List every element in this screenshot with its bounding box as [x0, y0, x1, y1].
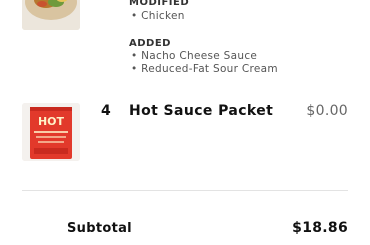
modification-chicken: • Chicken [131, 10, 185, 22]
subtotal-value: $18.86 [292, 220, 348, 236]
hot-sauce-packet-image: HOT [22, 103, 80, 161]
subtotal-label: Subtotal [67, 221, 132, 236]
divider [22, 190, 348, 191]
burrito-image [22, 0, 80, 30]
modified-heading: MODIFIED [129, 0, 190, 8]
addon-sour-cream: • Reduced-Fat Sour Cream [131, 63, 278, 75]
item-price: $0.00 [306, 103, 348, 119]
item-quantity: 4 [101, 103, 111, 119]
added-heading: ADDED [129, 38, 171, 49]
item-name[interactable]: Hot Sauce Packet [129, 103, 273, 119]
addon-nacho-cheese-sauce: • Nacho Cheese Sauce [131, 50, 258, 62]
packet-label-text: HOT [38, 115, 65, 128]
